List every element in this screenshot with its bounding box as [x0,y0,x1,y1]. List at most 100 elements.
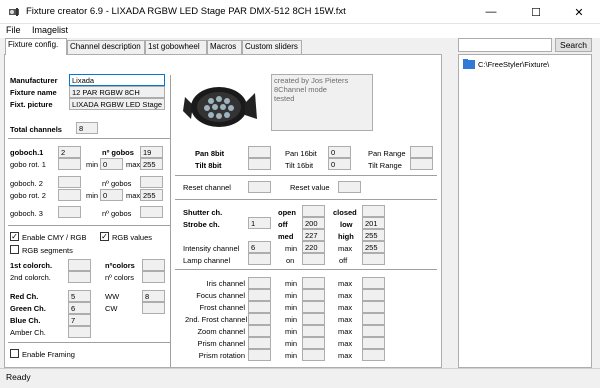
search-button[interactable]: Search [555,38,592,52]
tab-channel-description[interactable]: Channel description [67,40,145,54]
gobo3-input[interactable] [58,206,81,218]
tilt8-input[interactable] [248,158,271,170]
channel-min-input[interactable] [302,301,325,313]
colorch2-input[interactable] [68,271,91,283]
cw-input[interactable] [142,302,165,314]
channel-min-input[interactable] [302,337,325,349]
channel-max-input[interactable] [362,337,385,349]
minimize-button[interactable]: — [470,0,512,24]
channel-max-input[interactable] [362,301,385,313]
gobo-rot2-input[interactable] [58,189,81,201]
tab-fixture-config[interactable]: Fixture config. [5,38,67,55]
gobo-rot2-min-label: min [86,191,99,200]
fixture-name-label: Fixture name [10,88,57,97]
divider [8,225,170,226]
channel-input[interactable] [248,325,271,337]
reset-value-input[interactable] [338,181,361,193]
enable-framing-checkbox[interactable] [10,349,19,358]
gobo1-count-input[interactable]: 19 [140,146,163,158]
amber-ch-input[interactable] [68,326,91,338]
menu-file[interactable]: File [6,25,21,35]
channel-min-input[interactable] [302,289,325,301]
strobe-input[interactable]: 1 [248,217,271,229]
gobo3-count-label: nº gobos [102,209,132,218]
reset-channel-input[interactable] [248,181,271,193]
channel-max-input[interactable] [362,349,385,361]
tilt-range-input[interactable] [410,158,433,170]
blue-ch-input[interactable]: 7 [68,314,91,326]
gobo2-count-input[interactable] [140,176,163,188]
gobo-rot1-input[interactable] [58,158,81,170]
gobo2-input[interactable] [58,176,81,188]
gobo-rot2-min-input[interactable]: 0 [100,189,123,201]
gobo2-count-label: nº gobos [102,179,132,188]
high-input[interactable]: 255 [362,229,385,241]
open-input[interactable] [302,205,325,217]
channel-max-input[interactable] [362,325,385,337]
menu-imagelist[interactable]: Imagelist [32,25,68,35]
channel-min-input[interactable] [302,277,325,289]
pan-range-input[interactable] [410,146,433,158]
lamp-input[interactable] [248,253,271,265]
channel-input[interactable] [248,277,271,289]
channel-input[interactable] [248,349,271,361]
channel-max-label: max [338,303,353,312]
tilt16-input[interactable]: 0 [328,158,351,170]
med-input[interactable]: 227 [302,229,325,241]
notes-line: tested [274,94,295,103]
fixture-name-input[interactable]: 12 PAR RGBW 8CH [69,86,165,98]
tab-macros[interactable]: Macros [207,40,242,54]
ncolors2-input[interactable] [142,271,165,283]
total-channels-input[interactable]: 8 [76,122,98,134]
gobo-rot1-max-input[interactable]: 255 [140,158,163,170]
channel-max-input[interactable] [362,289,385,301]
channel-max-label: max [338,327,353,336]
intensity-input[interactable]: 6 [248,241,271,253]
enable-cmy-checkbox[interactable]: ✓ [10,232,19,241]
tab-1st-gobowheel[interactable]: 1st gobowheel [145,40,207,54]
ww-input[interactable]: 8 [142,290,165,302]
lamp-on-input[interactable] [302,253,325,265]
tree-item-path[interactable]: C:\FreeStyler\Fixture\ [478,60,549,69]
divider [175,199,437,200]
channel-max-input[interactable] [362,277,385,289]
ncolors1-input[interactable] [142,259,165,271]
rgb-segments-checkbox[interactable] [10,245,19,254]
intensity-max-input[interactable]: 255 [362,241,385,253]
picture-input[interactable]: LIXADA RGBW LED Stage [69,98,165,110]
tab-custom-sliders[interactable]: Custom sliders [242,40,302,54]
lamp-off-input[interactable] [362,253,385,265]
intensity-min-input[interactable]: 220 [302,241,325,253]
notes-line: created by Jos Pieters [274,76,349,85]
green-ch-input[interactable]: 6 [68,302,91,314]
enable-framing-label: Enable Framing [22,350,75,359]
channel-max-input[interactable] [362,313,385,325]
maximize-button[interactable]: ☐ [515,0,557,24]
channel-input[interactable] [248,337,271,349]
closed-input[interactable] [362,205,385,217]
red-ch-input[interactable]: 5 [68,290,91,302]
channel-input[interactable] [248,301,271,313]
low-input[interactable]: 201 [362,217,385,229]
channel-input[interactable] [248,289,271,301]
manufacturer-input[interactable]: Lixada [69,74,165,86]
gobo1-input[interactable]: 2 [58,146,81,158]
off-input[interactable]: 200 [302,217,325,229]
channel-min-input[interactable] [302,325,325,337]
pan8-input[interactable] [248,146,271,158]
channel-min-input[interactable] [302,313,325,325]
cw-label: CW [105,304,118,313]
channel-input[interactable] [248,313,271,325]
channel-min-input[interactable] [302,349,325,361]
pan16-input[interactable]: 0 [328,146,351,158]
gobo-rot1-min-input[interactable]: 0 [100,158,123,170]
search-input[interactable] [458,38,552,52]
rgb-values-checkbox[interactable]: ✓ [100,232,109,241]
fixture-folder-tree[interactable] [458,54,592,368]
gobo-rot2-max-input[interactable]: 255 [140,189,163,201]
low-label: low [340,220,353,229]
gobo3-count-input[interactable] [140,206,163,218]
notes-textarea[interactable]: created by Jos Pieters 8Channel mode tes… [271,74,373,131]
colorch1-input[interactable] [68,259,91,271]
close-button[interactable]: ✕ [558,0,600,24]
